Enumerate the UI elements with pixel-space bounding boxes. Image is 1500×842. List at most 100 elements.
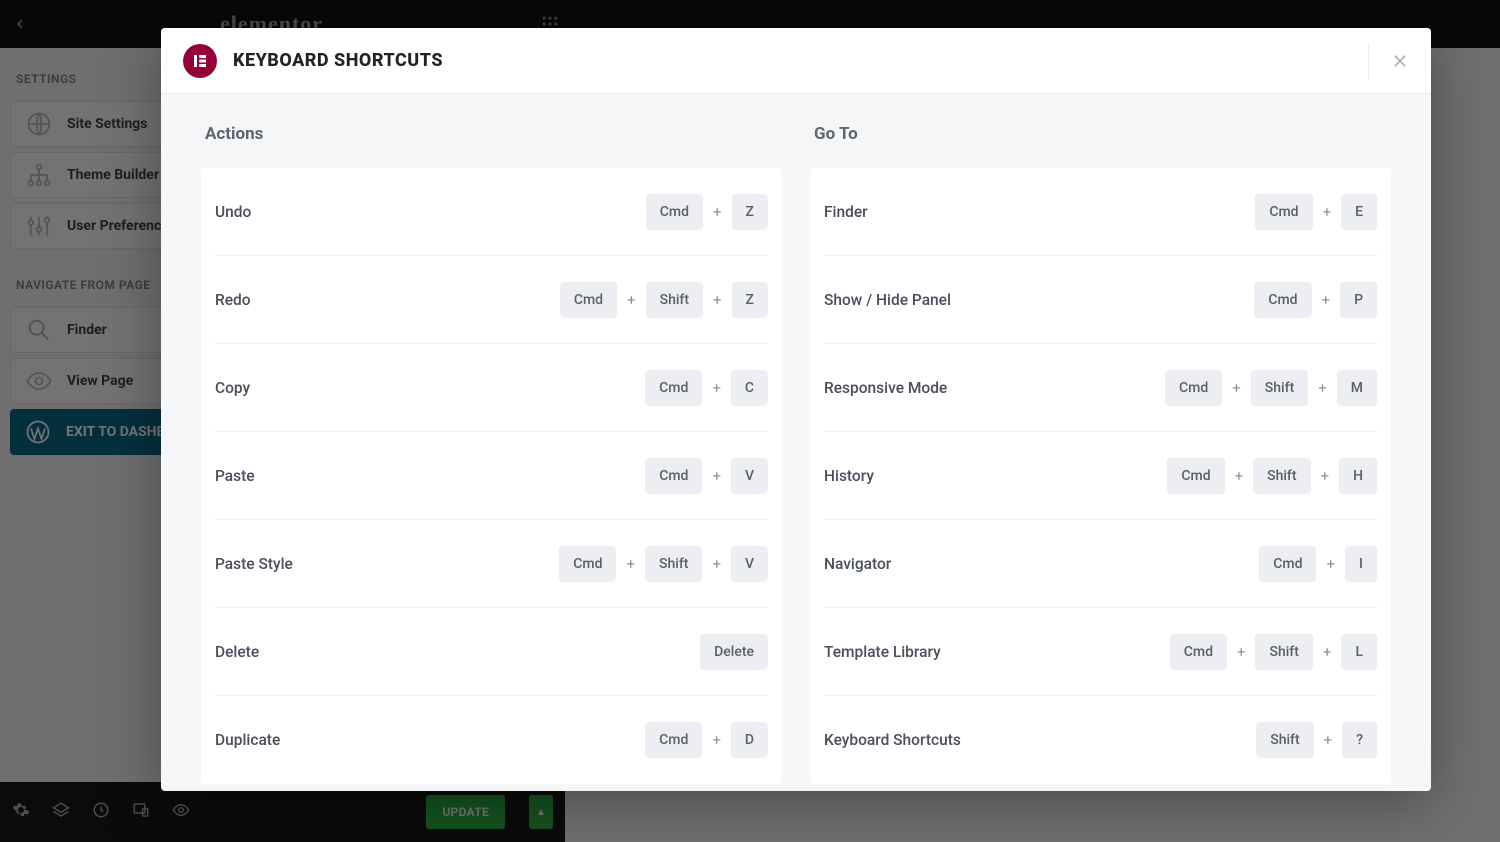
plus-separator: + bbox=[1322, 291, 1331, 309]
keyboard-key: Cmd bbox=[559, 546, 616, 582]
keyboard-key: ? bbox=[1342, 722, 1377, 758]
shortcut-row: Template Library Cmd + Shift + L bbox=[824, 608, 1377, 696]
keyboard-key: Shift bbox=[1251, 370, 1308, 406]
keyboard-key: Cmd bbox=[645, 458, 702, 494]
shortcut-label: Responsive Mode bbox=[824, 379, 947, 397]
plus-separator: + bbox=[1321, 467, 1330, 485]
shortcut-label: Finder bbox=[824, 203, 868, 221]
shortcut-row: Copy Cmd + C bbox=[215, 344, 768, 432]
keyboard-key: Cmd bbox=[646, 194, 703, 230]
keyboard-key: M bbox=[1337, 370, 1377, 406]
plus-separator: + bbox=[1323, 203, 1332, 221]
keyboard-key: Cmd bbox=[645, 370, 702, 406]
keyboard-key: H bbox=[1339, 458, 1377, 494]
keyboard-key: C bbox=[731, 370, 768, 406]
shortcut-label: Keyboard Shortcuts bbox=[824, 731, 961, 749]
shortcut-row: Paste Style Cmd + Shift + V bbox=[215, 520, 768, 608]
close-button[interactable] bbox=[1368, 43, 1409, 79]
keyboard-key: Cmd bbox=[560, 282, 617, 318]
keyboard-key: Cmd bbox=[1255, 194, 1312, 230]
keyboard-shortcuts-modal: KEYBOARD SHORTCUTS Actions Undo Cmd + Z Redo C… bbox=[161, 28, 1431, 791]
plus-separator: + bbox=[712, 731, 721, 749]
shortcut-label: Paste Style bbox=[215, 555, 293, 573]
modal-header: KEYBOARD SHORTCUTS bbox=[161, 28, 1431, 94]
shortcut-keys: Cmd + P bbox=[1254, 282, 1377, 318]
shortcut-label: Show / Hide Panel bbox=[824, 291, 951, 309]
shortcut-section: Go To Finder Cmd + E Show / Hide Panel Cmd + P Re… bbox=[810, 118, 1391, 784]
shortcut-label: Template Library bbox=[824, 643, 941, 661]
shortcut-keys: Cmd + Shift + M bbox=[1165, 370, 1377, 406]
shortcut-row: Paste Cmd + V bbox=[215, 432, 768, 520]
plus-separator: + bbox=[1324, 731, 1333, 749]
plus-separator: + bbox=[712, 379, 721, 397]
keyboard-key: Shift bbox=[1256, 722, 1313, 758]
shortcut-row: Undo Cmd + Z bbox=[215, 168, 768, 256]
shortcut-label: Delete bbox=[215, 643, 259, 661]
shortcut-keys: Cmd + I bbox=[1259, 546, 1377, 582]
keyboard-key: Cmd bbox=[1259, 546, 1316, 582]
plus-separator: + bbox=[1318, 379, 1327, 397]
keyboard-key: V bbox=[731, 458, 768, 494]
plus-separator: + bbox=[713, 203, 722, 221]
shortcut-keys: Cmd+Shift+Z bbox=[560, 282, 768, 318]
shortcut-label: History bbox=[824, 467, 874, 485]
keyboard-key: Z bbox=[732, 282, 768, 318]
keyboard-key: V bbox=[731, 546, 768, 582]
shortcut-keys: Shift +? bbox=[1256, 722, 1377, 758]
keyboard-key: L bbox=[1341, 634, 1377, 670]
keyboard-key: E bbox=[1341, 194, 1377, 230]
plus-separator: + bbox=[1323, 643, 1332, 661]
modal-title: KEYBOARD SHORTCUTS bbox=[233, 50, 443, 71]
keyboard-key: Cmd bbox=[1170, 634, 1227, 670]
shortcut-keys: Cmd + C bbox=[645, 370, 768, 406]
shortcut-keys: Cmd + Z bbox=[646, 194, 768, 230]
shortcut-row: Responsive Mode Cmd + Shift + M bbox=[824, 344, 1377, 432]
keyboard-key: Cmd bbox=[1165, 370, 1222, 406]
shortcut-label: Duplicate bbox=[215, 731, 280, 749]
shortcut-label: Navigator bbox=[824, 555, 891, 573]
shortcut-card: Undo Cmd + Z Redo Cmd + Shift + Z Copy Cmd + C Paste Cm… bbox=[201, 168, 782, 784]
section-title: Go To bbox=[810, 118, 1391, 168]
keyboard-key: Z bbox=[732, 194, 768, 230]
shortcut-row: Finder Cmd + E bbox=[824, 168, 1377, 256]
plus-separator: + bbox=[626, 555, 635, 573]
shortcut-keys: Cmd + E bbox=[1255, 194, 1377, 230]
shortcut-label: Redo bbox=[215, 291, 251, 309]
plus-separator: + bbox=[712, 555, 721, 573]
keyboard-key: Shift bbox=[1255, 634, 1312, 670]
shortcut-section: ActionsUndoCmd+ZRedoCmd+Shift+ZCopyCmd+C… bbox=[201, 118, 782, 784]
shortcut-row: Duplicate Cmd + D bbox=[215, 696, 768, 784]
shortcut-keys: Delete bbox=[700, 634, 768, 670]
keyboard-key: D bbox=[731, 722, 768, 758]
shortcut-label: Copy bbox=[215, 379, 250, 397]
shortcut-label: Paste bbox=[215, 467, 255, 485]
keyboard-key: Delete bbox=[700, 634, 768, 670]
shortcut-keys: Cmd + Shift + L bbox=[1170, 634, 1377, 670]
shortcut-card: Finder Cmd + E Show / Hide Panel Cmd + P Respons… bbox=[810, 168, 1391, 784]
plus-separator: + bbox=[1232, 379, 1241, 397]
plus-separator: + bbox=[1235, 467, 1244, 485]
keyboard-key: Cmd bbox=[1167, 458, 1224, 494]
shortcut-row: Delete Delete bbox=[215, 608, 768, 696]
keyboard-key: Shift bbox=[645, 546, 702, 582]
shortcut-row: RedoCmd+Shift+Z bbox=[215, 256, 768, 344]
keyboard-key: Cmd bbox=[645, 722, 702, 758]
keyboard-key: I bbox=[1345, 546, 1377, 582]
plus-separator: + bbox=[1237, 643, 1246, 661]
plus-separator: + bbox=[712, 467, 721, 485]
modal-body[interactable]: ActionsUndoCmd+ZRedoCmd+Shift+ZCopyCmd+C… bbox=[161, 94, 1431, 791]
shortcut-row: Navigator Cmd + I bbox=[824, 520, 1377, 608]
keyboard-key: Cmd bbox=[1254, 282, 1311, 318]
plus-separator: + bbox=[627, 291, 636, 309]
shortcut-row: HistoryCmd+Shift+H bbox=[824, 432, 1377, 520]
shortcut-label: Undo bbox=[215, 203, 251, 221]
section-title: Actions bbox=[201, 118, 782, 168]
elementor-logo-icon bbox=[183, 44, 217, 78]
keyboard-key: Shift bbox=[646, 282, 703, 318]
shortcut-keys: Cmd + Shift + V bbox=[559, 546, 768, 582]
plus-separator: + bbox=[1326, 555, 1335, 573]
shortcut-keys: Cmd + V bbox=[645, 458, 768, 494]
shortcut-row: Keyboard Shortcuts Shift +? bbox=[824, 696, 1377, 784]
keyboard-key: P bbox=[1340, 282, 1377, 318]
shortcut-keys: Cmd+Shift+H bbox=[1167, 458, 1377, 494]
